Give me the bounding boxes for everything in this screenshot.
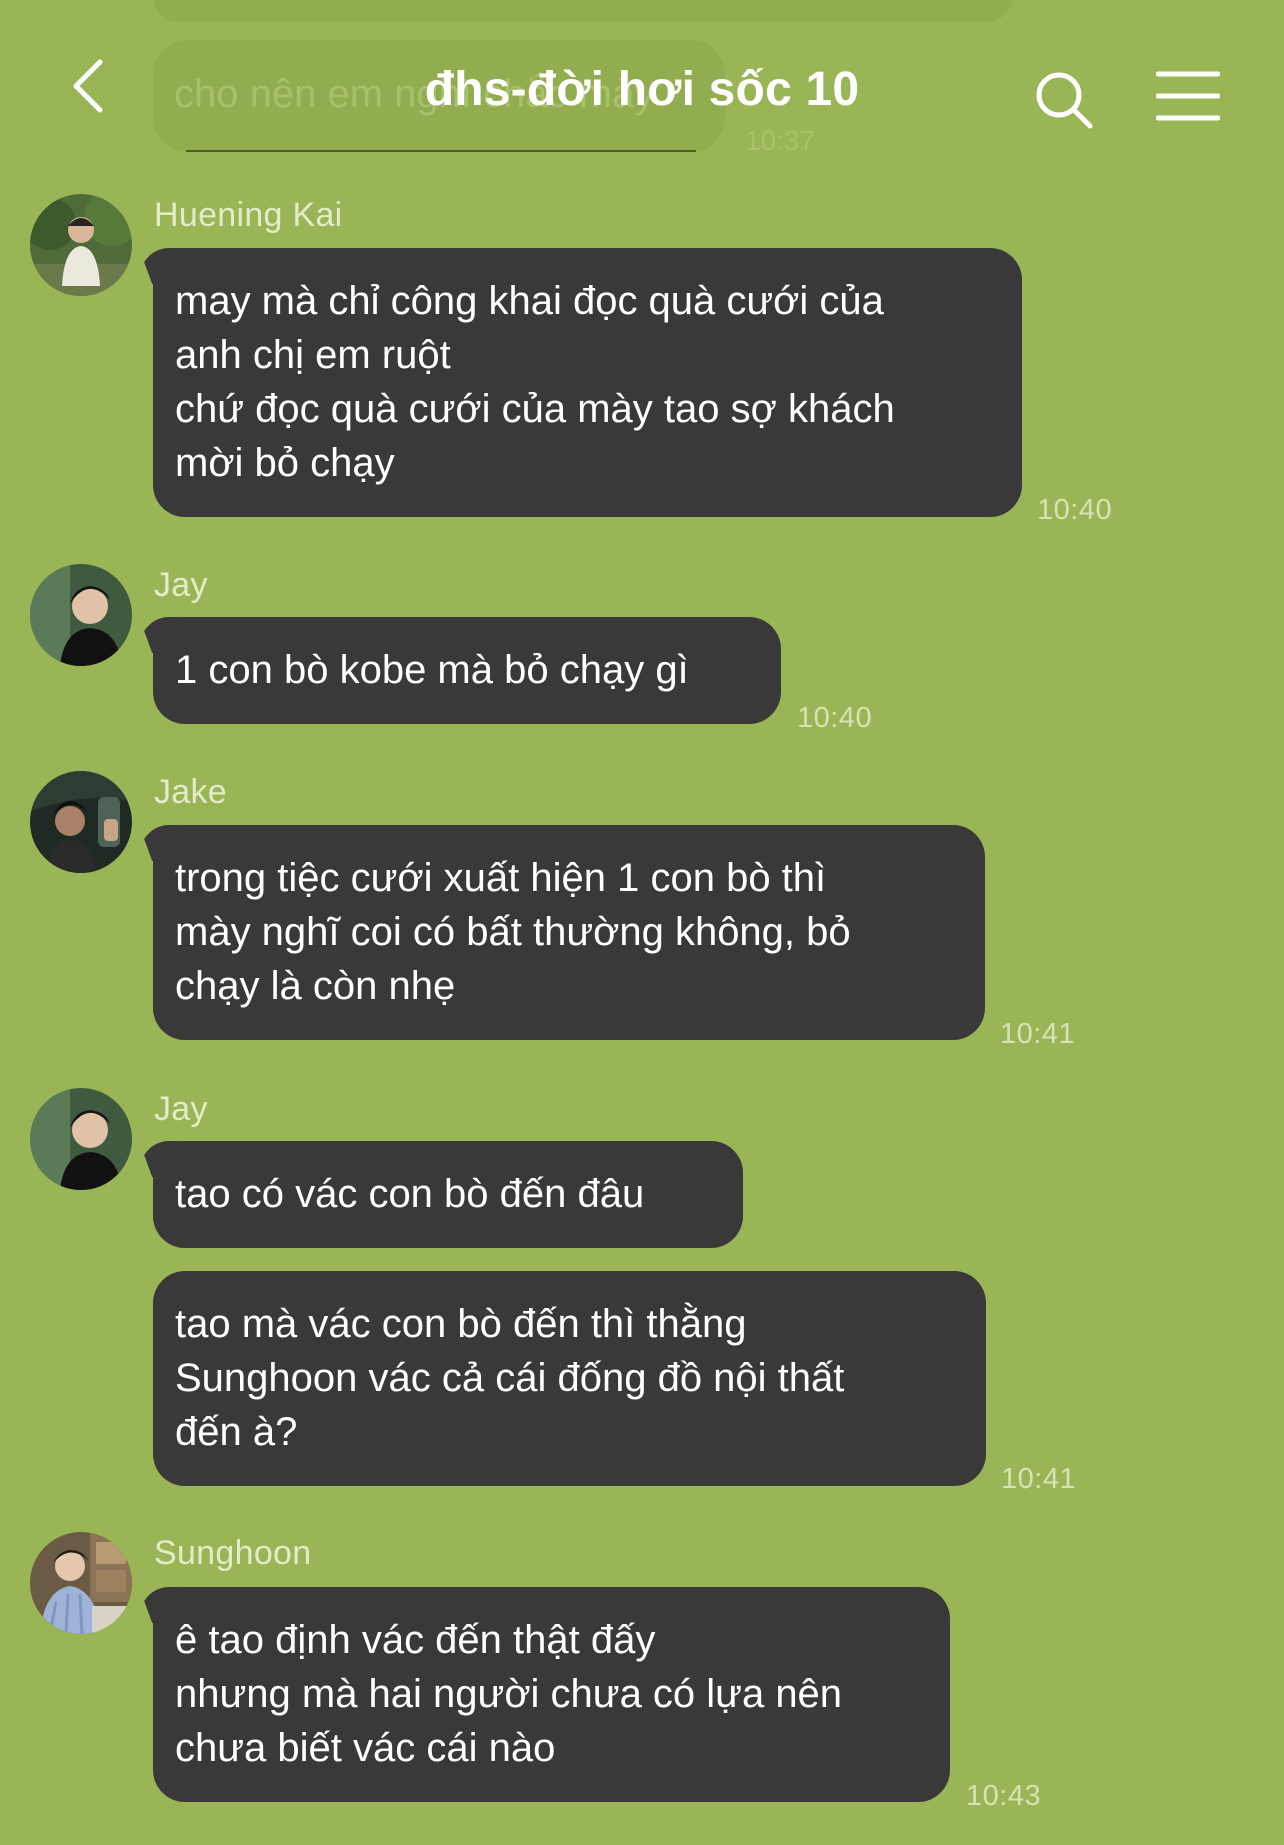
message-time: 10:41 (1001, 1463, 1077, 1495)
message-bubble[interactable]: may mà chỉ công khai đọc quà cưới của an… (153, 248, 1022, 517)
search-icon (1036, 72, 1093, 129)
sender-name: Sunghoon (154, 1534, 312, 1572)
message-time: 10:43 (966, 1780, 1042, 1812)
avatar[interactable] (30, 1088, 132, 1190)
sender-name: Jay (154, 566, 208, 604)
message-time: 10:40 (1037, 494, 1113, 526)
avatar[interactable] (30, 771, 132, 873)
message-bubble[interactable]: tao mà vác con bò đến thì thằng Sunghoon… (153, 1271, 986, 1486)
sender-name: Jake (154, 773, 228, 811)
menu-icon (1155, 71, 1221, 121)
previous-message-time: 10:37 (745, 125, 816, 156)
sender-name: Huening Kai (154, 196, 343, 234)
search-button[interactable] (1032, 68, 1096, 132)
avatar[interactable] (30, 564, 132, 666)
message-bubble[interactable]: tao có vác con bò đến đâu (153, 1141, 743, 1248)
message-bubble[interactable]: trong tiệc cưới xuất hiện 1 con bò thì m… (153, 825, 985, 1040)
message-bubble[interactable]: ê tao định vác đến thật đấy nhưng mà hai… (153, 1587, 950, 1802)
menu-button[interactable] (1155, 70, 1221, 122)
message-time: 10:41 (1000, 1018, 1076, 1050)
avatar[interactable] (30, 1532, 132, 1634)
previous-message-bubble (153, 0, 1013, 22)
avatar[interactable] (30, 194, 132, 296)
sender-name: Jay (154, 1090, 208, 1128)
message-bubble[interactable]: 1 con bò kobe mà bỏ chạy gì (153, 617, 781, 724)
message-time: 10:40 (797, 702, 873, 734)
divider (186, 150, 696, 152)
